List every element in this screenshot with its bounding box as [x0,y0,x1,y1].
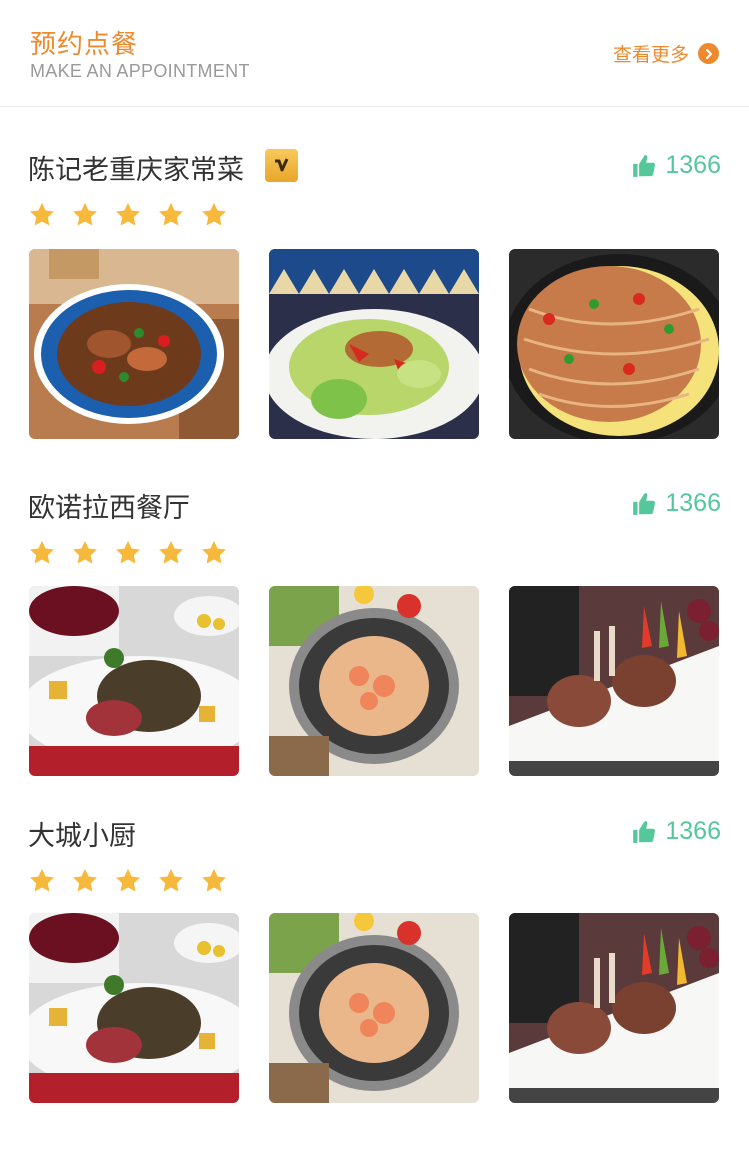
restaurant-card[interactable]: 欧诺拉西餐厅 1366 [0,481,749,781]
star-icon [157,867,185,895]
photo-row [29,249,749,439]
star-icon [71,867,99,895]
star-icon [114,539,142,567]
thumbs-up-icon[interactable] [631,819,657,845]
photo-row [29,586,749,776]
food-photo-cabbage-pork[interactable] [269,249,479,439]
like-count: 1366 [665,151,721,179]
like-count: 1366 [665,817,721,845]
food-photo-steak[interactable] [29,586,239,776]
food-photo-steak[interactable] [29,913,239,1103]
food-photo-lamb-rack[interactable] [509,586,719,776]
photo-row [29,913,749,1103]
star-icon [200,867,228,895]
thumbs-up-icon[interactable] [631,491,657,517]
star-rating [28,867,243,895]
star-icon [200,539,228,567]
restaurant-card[interactable]: 大城小厨 1366 [0,809,749,1109]
like-button[interactable]: 1366 [631,817,721,846]
star-icon [71,539,99,567]
star-icon [114,867,142,895]
section-subtitle: MAKE AN APPOINTMENT [30,61,250,81]
like-count: 1366 [665,489,721,517]
like-button[interactable]: 1366 [631,489,721,518]
star-icon [28,201,56,229]
verified-badge-icon [265,149,298,182]
chevron-right-icon[interactable] [698,43,719,64]
star-rating [28,201,243,229]
star-icon [71,201,99,229]
food-photo-shrimp-pasta[interactable] [269,913,479,1103]
star-icon [28,539,56,567]
food-photo-lamb-rack[interactable] [509,913,719,1103]
restaurant-name[interactable]: 陈记老重庆家常菜 [28,148,244,187]
food-photo-shrimp-pasta[interactable] [269,586,479,776]
view-more-label[interactable]: 查看更多 [613,40,689,67]
star-icon [28,867,56,895]
view-more-link[interactable]: 查看更多 [613,40,719,67]
star-icon [200,201,228,229]
star-rating [28,539,243,567]
restaurant-name[interactable]: 大城小厨 [28,814,136,853]
restaurant-name[interactable]: 欧诺拉西餐厅 [28,486,190,525]
star-icon [114,201,142,229]
restaurant-card[interactable]: 陈记老重庆家常菜 1366 [0,143,749,443]
like-button[interactable]: 1366 [631,151,721,180]
thumbs-up-icon[interactable] [631,153,657,179]
food-photo-glass-noodles[interactable] [509,249,719,439]
section-title: 预约点餐 [30,30,139,60]
food-photo-twice-cooked-pork[interactable] [29,249,239,439]
page-header: 预约点餐 MAKE AN APPOINTMENT 查看更多 [0,0,749,107]
star-icon [157,539,185,567]
star-icon [157,201,185,229]
